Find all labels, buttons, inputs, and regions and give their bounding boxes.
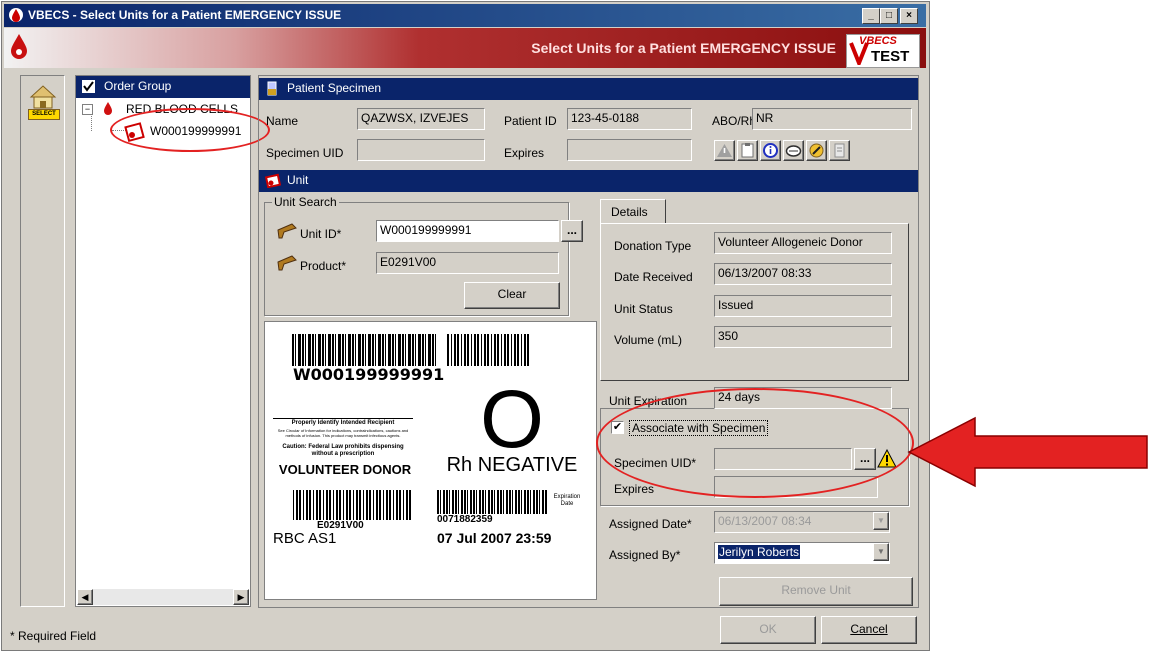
unit-title: Unit	[287, 173, 309, 187]
donation-type-label: Donation Type	[614, 239, 692, 253]
assigned-date-dropdown-button[interactable]: ▼	[873, 512, 889, 530]
label-rh-type: Rh NEGATIVE	[446, 454, 578, 476]
assigned-date-value: 06/13/2007 08:34	[718, 514, 812, 528]
unit-header: Unit	[259, 170, 918, 192]
maximize-button[interactable]: □	[880, 8, 898, 24]
tab-details[interactable]: Details	[600, 199, 666, 224]
order-group-title: Order Group	[104, 79, 172, 93]
specimen-tube-icon	[267, 81, 277, 96]
clipboard-icon	[741, 143, 754, 158]
tree-scrollbar[interactable]: ◀ ▶	[77, 589, 249, 605]
annotation-ellipse-association	[596, 388, 914, 498]
label-caution: Caution: Federal Law prohibits dispensin…	[282, 444, 404, 457]
blood-bag-icon	[104, 102, 112, 115]
label-recipient-fine: See Circular of Information for indicati…	[277, 428, 409, 438]
volume-label: Volume (mL)	[614, 333, 683, 347]
patient-specimen-title: Patient Specimen	[287, 81, 382, 95]
app-icon	[9, 8, 23, 22]
unit-id-label: Unit ID*	[300, 227, 342, 241]
scroll-right-button[interactable]: ▶	[233, 589, 249, 605]
cancel-button[interactable]: Cancel	[821, 616, 917, 644]
date-received-label: Date Received	[614, 270, 693, 284]
annotation-arrow	[907, 416, 1148, 488]
unit-id-input[interactable]: W000199999991	[376, 220, 559, 242]
report-icon	[834, 143, 845, 158]
unit-search-title: Unit Search	[272, 195, 339, 209]
label-exp-label: Expiration Date	[553, 494, 581, 507]
expiration-barcode	[437, 490, 547, 514]
product-label: Product*	[300, 259, 347, 273]
specimen-uid-field	[357, 139, 485, 161]
label-unit-number: W000199999991	[293, 365, 445, 384]
sidebar	[20, 75, 65, 607]
required-field-note: * Required Field	[10, 629, 97, 643]
warning-icon	[717, 144, 732, 157]
label-exp-date: 07 Jul 2007 23:59	[437, 530, 552, 546]
patient-specimen-header: Patient Specimen	[259, 78, 918, 100]
clear-button[interactable]: Clear	[464, 282, 560, 309]
remove-unit-button[interactable]: Remove Unit	[719, 577, 913, 606]
assigned-date-label: Assigned Date*	[609, 517, 692, 531]
banner-title: Select Units for a Patient EMERGENCY ISS…	[531, 40, 836, 56]
minimize-button[interactable]: _	[862, 8, 880, 24]
sticker-icon	[809, 143, 824, 158]
assigned-by-value: Jerilyn Roberts	[718, 545, 801, 559]
barcode-scanner-icon	[277, 255, 297, 271]
report-tool-button[interactable]	[829, 140, 850, 161]
annotation-ellipse-tree	[110, 108, 270, 152]
sticker-tool-button[interactable]	[806, 140, 827, 161]
unit-bag-header-icon	[265, 173, 281, 188]
assoc-expires-label: Expires	[614, 482, 655, 496]
volume-field: 350	[714, 326, 892, 348]
unit-status-label: Unit Status	[614, 302, 673, 316]
warning-tool-button[interactable]	[714, 140, 735, 161]
donation-type-field: Volunteer Allogeneic Donor	[714, 232, 892, 254]
assigned-date-field[interactable]: 06/13/2007 08:34 ▼	[714, 511, 890, 533]
title-bar: VBECS - Select Units for a Patient EMERG…	[4, 4, 926, 27]
abo-barcode	[447, 334, 529, 366]
vbecs-test-logo: VBECS TEST	[846, 34, 920, 68]
window-title: VBECS - Select Units for a Patient EMERG…	[28, 8, 342, 22]
checkbox-icon	[82, 80, 95, 93]
label-product-desc: RBC AS1	[273, 530, 337, 547]
label-exp-code: 0071882359	[437, 514, 493, 525]
unit-status-field: Issued	[714, 295, 892, 317]
date-received-field: 06/13/2007 08:33	[714, 263, 892, 285]
order-group-tree	[75, 75, 251, 607]
order-group-header: Order Group	[76, 76, 250, 98]
ok-button[interactable]: OK	[720, 616, 816, 644]
info-tool-button[interactable]	[760, 140, 781, 161]
expires-field	[567, 139, 692, 161]
barcode-scanner-icon	[277, 223, 297, 239]
label-recipient-title: Properly Identify Intended Recipient	[273, 418, 413, 426]
assigned-by-label: Assigned By*	[609, 548, 681, 562]
product-barcode	[293, 490, 413, 520]
unit-label-image: W000199999991 O Rh NEGATIVE Properly Ide…	[264, 321, 597, 600]
expires-label: Expires	[504, 146, 545, 160]
name-label: Name	[266, 114, 299, 128]
select-icon	[29, 85, 57, 109]
clipboard-tool-button[interactable]	[737, 140, 758, 161]
tree-line	[91, 114, 93, 131]
product-field: E0291V00	[376, 252, 559, 274]
specimen-uid-label: Specimen UID	[266, 146, 344, 160]
comment-tool-button[interactable]	[783, 140, 804, 161]
patient-name-field: QAZWSX, IZVEJES	[357, 108, 485, 130]
aborh-field: NR	[752, 108, 912, 130]
banner: Select Units for a Patient EMERGENCY ISS…	[4, 28, 926, 68]
info-icon	[763, 143, 778, 158]
label-donor-type: VOLUNTEER DONOR	[278, 462, 412, 477]
aborh-label: ABO/Rh	[712, 114, 757, 128]
close-button[interactable]: ×	[900, 8, 918, 24]
assigned-by-dropdown-button[interactable]: ▼	[873, 543, 889, 561]
unit-number-barcode	[292, 334, 438, 366]
scroll-left-button[interactable]: ◀	[77, 589, 93, 605]
comment-icon	[785, 145, 802, 157]
patient-id-label: Patient ID	[504, 114, 557, 128]
select-tool-button[interactable]: SELECT	[28, 83, 60, 123]
assigned-by-select[interactable]: Jerilyn Roberts ▼	[714, 542, 890, 564]
unit-id-browse-button[interactable]: ...	[561, 220, 583, 242]
patient-id-field: 123-45-0188	[567, 108, 692, 130]
blood-drop-icon	[11, 34, 27, 59]
